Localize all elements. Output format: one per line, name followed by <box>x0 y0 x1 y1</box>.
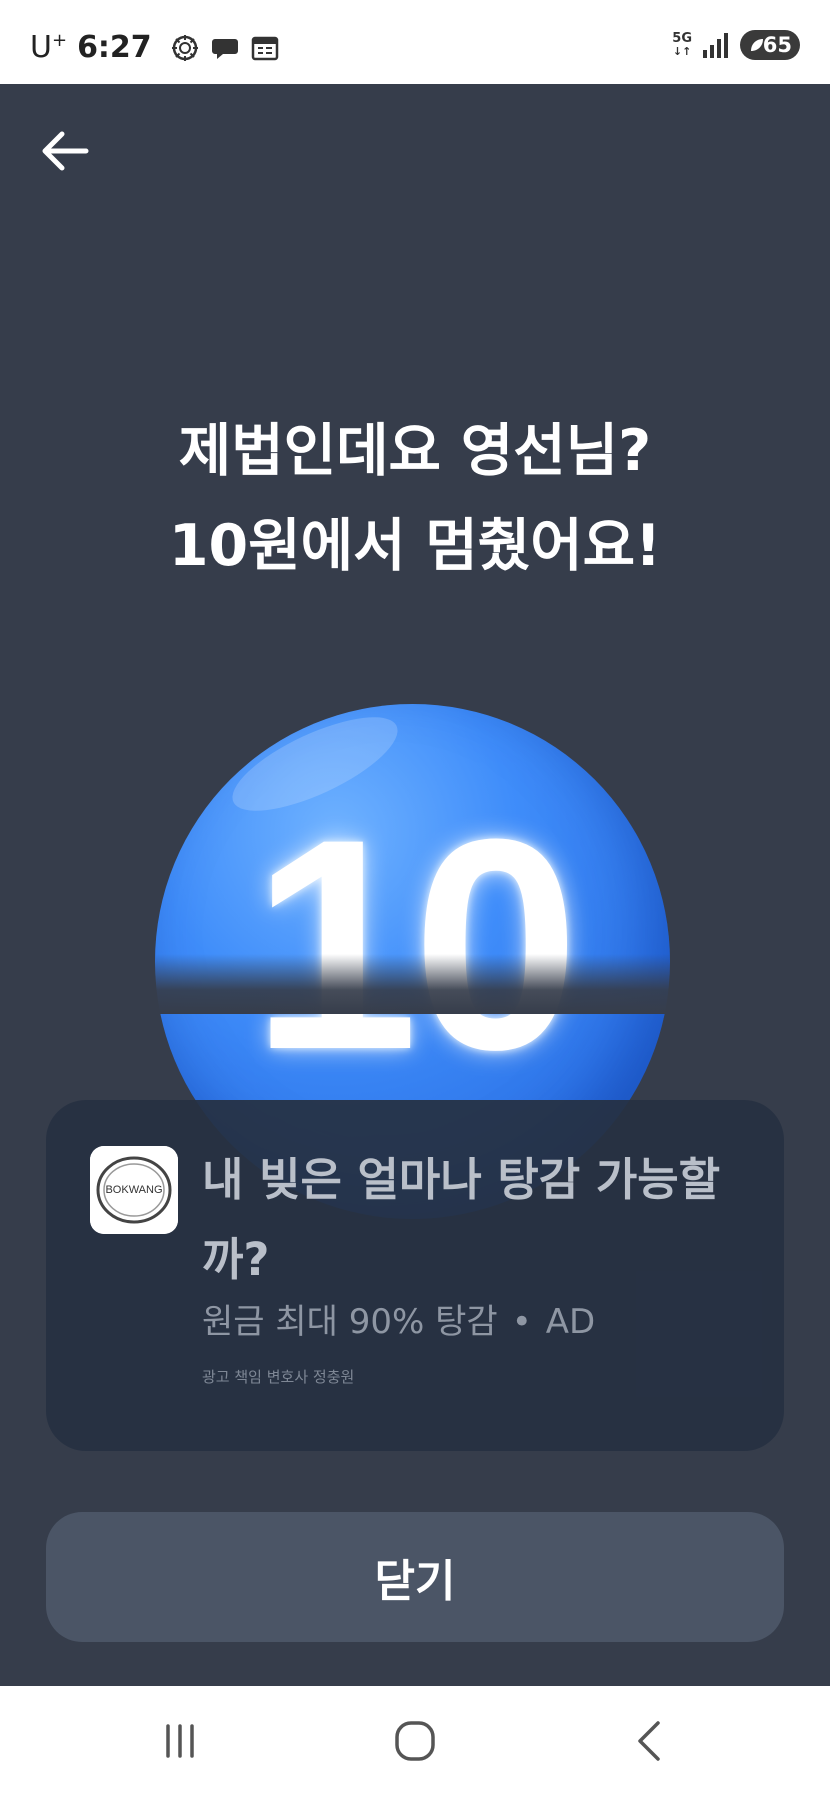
home-icon[interactable] <box>385 1716 445 1766</box>
page-title: 제법인데요 영선님? 10원에서 멈췄어요! <box>0 404 830 594</box>
clock: 6:27 <box>77 30 152 65</box>
back-icon[interactable] <box>620 1716 680 1766</box>
headline-line-2: 10원에서 멈췄어요! <box>168 513 662 579</box>
status-right: 5G ↓↑ 65 <box>672 30 800 60</box>
svg-text:BOKWANG: BOKWANG <box>105 1184 162 1196</box>
close-button[interactable]: 닫기 <box>46 1512 784 1642</box>
status-bar: U+ 6:27 5G ↓↑ 65 <box>0 0 830 84</box>
chat-bubble-icon <box>211 38 238 59</box>
calendar-icon <box>251 36 278 60</box>
ad-card[interactable]: BOKWANG 내 빚은 얼마나 탕감 가능할까? 원금 최대 90% 탕감 • A… <box>46 1100 784 1451</box>
main-content: 제법인데요 영선님? 10원에서 멈췄어요! 10 BOKWANG 내 빚은 얼… <box>0 84 830 1686</box>
signal-icon <box>703 33 728 58</box>
status-left: U+ 6:27 <box>30 30 280 65</box>
ad-title: 내 빚은 얼마나 탕감 가능할까? <box>202 1153 721 1286</box>
advertiser-logo: BOKWANG <box>90 1146 178 1234</box>
carrier-label: U+ <box>30 30 68 65</box>
battery-indicator: 65 <box>740 30 800 60</box>
leaf-icon <box>751 39 763 51</box>
advertiser-logo-image: BOKWANG <box>90 1146 178 1234</box>
system-nav-bar <box>0 1686 830 1798</box>
ad-subtitle: 원금 최대 90% 탕감 • AD <box>202 1302 596 1342</box>
ball-number: 10 <box>251 776 580 1112</box>
recent-apps-icon[interactable] <box>150 1716 210 1766</box>
ad-disclaimer: 광고 책임 변호사 정충원 <box>202 1368 355 1386</box>
gear-notification-icon <box>171 34 198 61</box>
ad-badge: AD <box>545 1302 596 1342</box>
ball-fade-overlay <box>0 954 830 1014</box>
headline-line-1: 제법인데요 영선님? <box>178 418 652 484</box>
battery-level: 65 <box>762 33 792 57</box>
network-type: 5G ↓↑ <box>672 31 692 58</box>
arrow-left-icon[interactable] <box>38 124 92 178</box>
